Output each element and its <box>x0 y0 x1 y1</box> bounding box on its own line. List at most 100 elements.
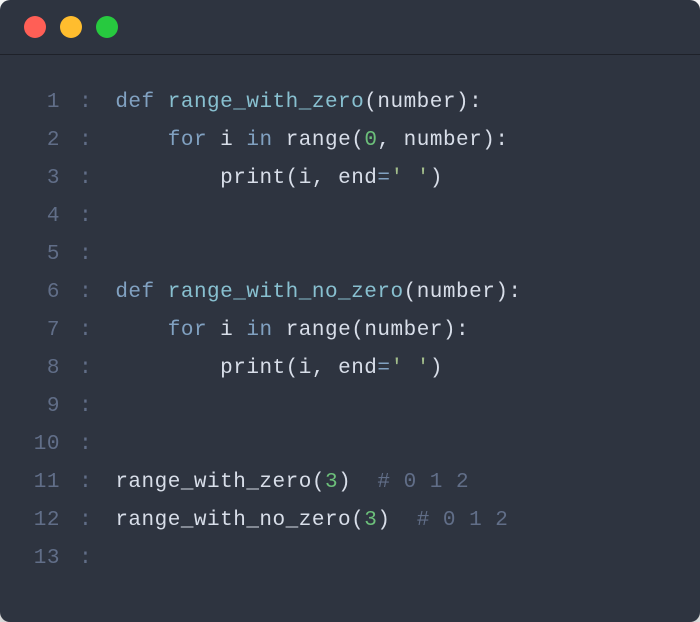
gutter-separator: : <box>60 160 115 198</box>
code-line[interactable]: 3 : print(i, end=' ') <box>28 160 672 198</box>
code-content[interactable]: range_with_no_zero(3) # 0 1 2 <box>115 502 672 540</box>
code-content[interactable] <box>115 426 672 464</box>
code-token: ) <box>338 471 377 494</box>
code-token: 0 <box>364 129 377 152</box>
line-number: 12 <box>28 502 60 540</box>
code-token: ( <box>351 509 364 532</box>
window-close-button[interactable] <box>24 16 46 38</box>
code-token: , <box>312 357 338 380</box>
code-token: , <box>312 167 338 190</box>
code-token: ): <box>495 281 521 304</box>
code-line[interactable]: 13 : <box>28 540 672 578</box>
gutter-separator: : <box>60 198 115 236</box>
code-line[interactable]: 6 : def range_with_no_zero(number): <box>28 274 672 312</box>
code-token: i <box>220 129 233 152</box>
code-content[interactable]: print(i, end=' ') <box>115 160 672 198</box>
gutter-separator: : <box>60 540 115 578</box>
code-line[interactable]: 4 : <box>28 198 672 236</box>
code-token: ) <box>430 167 443 190</box>
gutter-separator: : <box>60 312 115 350</box>
code-line[interactable]: 5 : <box>28 236 672 274</box>
window-minimize-button[interactable] <box>60 16 82 38</box>
line-number: 8 <box>28 350 60 388</box>
code-content[interactable]: for i in range(number): <box>115 312 672 350</box>
line-number: 5 <box>28 236 60 274</box>
code-token: for <box>168 129 220 152</box>
gutter-separator: : <box>60 274 115 312</box>
code-token: ' ' <box>391 167 430 190</box>
code-token: range_with_no_zero <box>168 281 404 304</box>
window-zoom-button[interactable] <box>96 16 118 38</box>
code-token: ) <box>377 509 416 532</box>
code-content[interactable]: print(i, end=' ') <box>115 350 672 388</box>
line-number: 3 <box>28 160 60 198</box>
code-content[interactable]: def range_with_zero(number): <box>115 84 672 122</box>
code-token: ( <box>351 319 364 342</box>
code-token <box>115 357 220 380</box>
gutter-separator: : <box>60 502 115 540</box>
line-number: 7 <box>28 312 60 350</box>
code-token <box>115 319 167 342</box>
code-content[interactable]: def range_with_no_zero(number): <box>115 274 672 312</box>
titlebar <box>0 0 700 54</box>
code-token: def <box>115 281 167 304</box>
code-token: ( <box>351 129 364 152</box>
code-token <box>115 167 220 190</box>
code-content[interactable]: for i in range(0, number): <box>115 122 672 160</box>
line-number: 9 <box>28 388 60 426</box>
code-line[interactable]: 2 : for i in range(0, number): <box>28 122 672 160</box>
code-token <box>115 129 167 152</box>
code-token: 3 <box>325 471 338 494</box>
code-token: in <box>233 129 285 152</box>
line-number: 6 <box>28 274 60 312</box>
code-token: ( <box>286 357 299 380</box>
code-token: # 0 1 2 <box>377 471 469 494</box>
line-number: 4 <box>28 198 60 236</box>
code-content[interactable] <box>115 540 672 578</box>
code-content[interactable]: range_with_zero(3) # 0 1 2 <box>115 464 672 502</box>
code-token: print <box>220 167 286 190</box>
line-number: 10 <box>28 426 60 464</box>
code-content[interactable] <box>115 236 672 274</box>
gutter-separator: : <box>60 388 115 426</box>
code-token: number <box>364 319 443 342</box>
code-token: in <box>233 319 285 342</box>
code-token: range_with_no_zero <box>115 509 351 532</box>
code-line[interactable]: 11 : range_with_zero(3) # 0 1 2 <box>28 464 672 502</box>
code-token: def <box>115 91 167 114</box>
code-content[interactable] <box>115 388 672 426</box>
code-line[interactable]: 7 : for i in range(number): <box>28 312 672 350</box>
code-line[interactable]: 10 : <box>28 426 672 464</box>
code-token: range_with_zero <box>115 471 312 494</box>
code-token: print <box>220 357 286 380</box>
code-token: for <box>168 319 220 342</box>
code-token: range <box>286 129 352 152</box>
code-line[interactable]: 1 : def range_with_zero(number): <box>28 84 672 122</box>
code-editor[interactable]: 1 : def range_with_zero(number):2 : for … <box>0 54 700 622</box>
code-token: = <box>377 357 390 380</box>
gutter-separator: : <box>60 84 115 122</box>
line-number: 11 <box>28 464 60 502</box>
code-content[interactable] <box>115 198 672 236</box>
code-token: ' ' <box>391 357 430 380</box>
code-token: i <box>220 319 233 342</box>
code-token: number <box>404 129 483 152</box>
code-token: , <box>377 129 403 152</box>
code-token: number <box>377 91 456 114</box>
gutter-separator: : <box>60 426 115 464</box>
gutter-separator: : <box>60 350 115 388</box>
code-line[interactable]: 8 : print(i, end=' ') <box>28 350 672 388</box>
code-token: ) <box>430 357 443 380</box>
gutter-separator: : <box>60 122 115 160</box>
code-window: 1 : def range_with_zero(number):2 : for … <box>0 0 700 622</box>
code-line[interactable]: 12 : range_with_no_zero(3) # 0 1 2 <box>28 502 672 540</box>
code-line[interactable]: 9 : <box>28 388 672 426</box>
code-token: # 0 1 2 <box>417 509 509 532</box>
gutter-separator: : <box>60 464 115 502</box>
code-token: i <box>299 357 312 380</box>
code-token: ): <box>456 91 482 114</box>
code-token: range <box>286 319 352 342</box>
code-token: ): <box>443 319 469 342</box>
code-token: 3 <box>364 509 377 532</box>
code-token: end <box>338 357 377 380</box>
